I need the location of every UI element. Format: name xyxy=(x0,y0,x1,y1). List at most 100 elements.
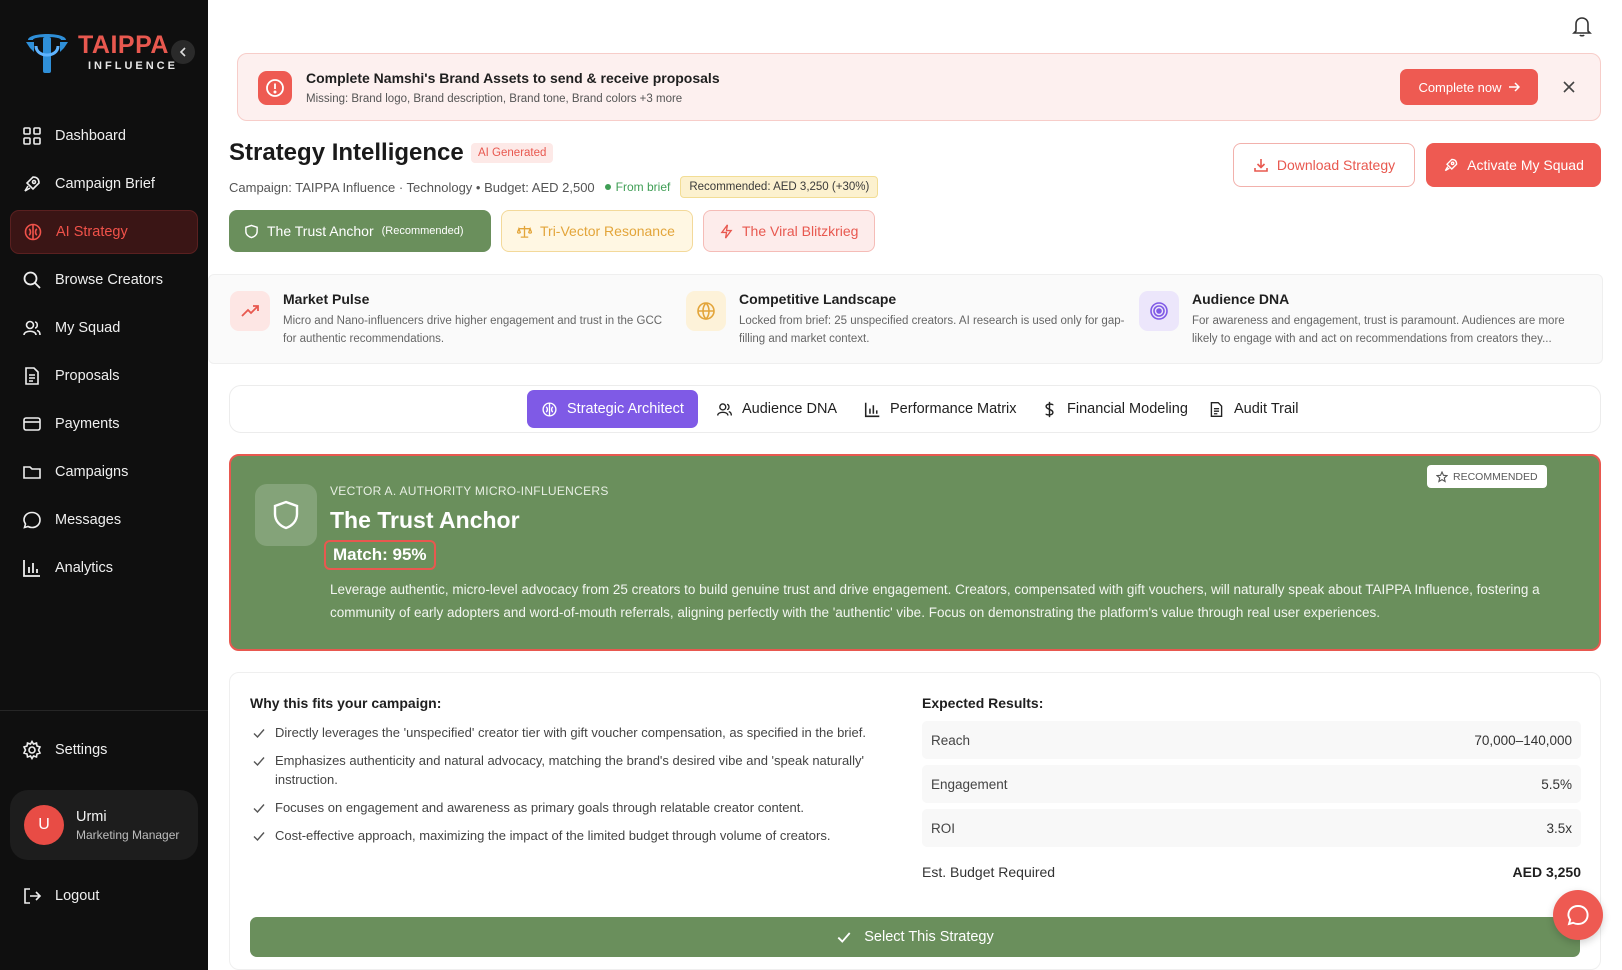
sidebar-item-my-squad[interactable]: My Squad xyxy=(10,306,198,350)
users-icon xyxy=(23,320,41,336)
logout-button[interactable]: Logout xyxy=(10,874,198,918)
from-brief-label: From brief xyxy=(615,180,671,194)
gear-icon xyxy=(22,740,42,760)
sidebar-item-settings[interactable]: Settings xyxy=(10,728,198,772)
why-title: Why this fits your campaign: xyxy=(250,695,442,711)
sidebar-item-analytics[interactable]: Analytics xyxy=(10,546,198,590)
recommended-badge-label: RECOMMENDED xyxy=(1453,470,1538,483)
tab-viral-blitzkrieg[interactable]: The Viral Blitzkrieg xyxy=(703,210,875,252)
target-icon xyxy=(1139,291,1179,331)
users-icon xyxy=(717,402,732,416)
sidebar-item-dashboard[interactable]: Dashboard xyxy=(10,114,198,158)
sidebar-item-campaign-brief[interactable]: Campaign Brief xyxy=(10,162,198,206)
tab-label: The Viral Blitzkrieg xyxy=(742,223,859,239)
tab-label: Audience DNA xyxy=(742,401,838,417)
notification-bell-icon[interactable] xyxy=(1570,14,1594,38)
recommended-budget-badge: Recommended: AED 3,250 (+30%) xyxy=(680,176,879,198)
complete-now-button[interactable]: Complete now xyxy=(1400,69,1538,105)
tab-audit-trail[interactable]: Audit Trail xyxy=(1194,390,1312,428)
sidebar-item-label: Logout xyxy=(55,888,100,904)
bar-chart-icon xyxy=(864,402,880,417)
folder-icon xyxy=(23,466,41,479)
alert-subtitle: Missing: Brand logo, Brand description, … xyxy=(306,93,683,105)
select-strategy-button[interactable]: Select This Strategy xyxy=(250,917,1580,957)
sidebar-item-campaigns[interactable]: Campaigns xyxy=(10,450,198,494)
activate-squad-button[interactable]: Activate My Squad xyxy=(1426,143,1601,187)
why-item-text: Directly leverages the 'unspecified' cre… xyxy=(275,725,866,740)
search-icon xyxy=(23,271,41,289)
collapse-sidebar-button[interactable] xyxy=(171,40,195,64)
check-icon xyxy=(253,804,265,814)
sidebar-item-label: Dashboard xyxy=(55,128,126,144)
insight-title: Competitive Landscape xyxy=(739,291,897,307)
list-item: Focuses on engagement and awareness as p… xyxy=(250,798,890,817)
bar-chart-icon xyxy=(23,560,40,577)
sidebar-item-ai-strategy[interactable]: AI Strategy xyxy=(10,210,198,254)
chat-icon xyxy=(23,511,41,529)
user-profile-card[interactable]: U Urmi Marketing Manager xyxy=(10,790,198,860)
tab-performance-matrix[interactable]: Performance Matrix xyxy=(850,390,1031,428)
shield-icon xyxy=(245,224,258,238)
expected-results-title: Expected Results: xyxy=(922,695,1044,711)
sidebar-item-payments[interactable]: Payments xyxy=(10,402,198,446)
campaign-meta: Campaign: TAIPPA Influence · Technology … xyxy=(229,176,879,198)
avatar: U xyxy=(24,805,64,845)
status-dot xyxy=(604,184,611,190)
check-icon xyxy=(253,729,265,739)
user-name: Urmi xyxy=(76,808,107,825)
sidebar-settings: Settings xyxy=(10,728,198,776)
brand-logo[interactable]: TAIPPA INFLUENCE xyxy=(22,28,178,76)
shield-icon xyxy=(255,484,317,546)
arrow-right-icon xyxy=(1508,82,1520,92)
document-icon xyxy=(25,367,39,385)
sidebar-item-browse-creators[interactable]: Browse Creators xyxy=(10,258,198,302)
sidebar-item-label: Campaign Brief xyxy=(55,176,155,192)
tab-label: Financial Modeling xyxy=(1067,401,1188,417)
download-icon xyxy=(1254,159,1268,172)
budget-value: AED 3,250 xyxy=(1512,864,1581,880)
sidebar-item-proposals[interactable]: Proposals xyxy=(10,354,198,398)
result-row-reach: Reach 70,000–140,000 xyxy=(922,721,1581,759)
tab-tri-vector-resonance[interactable]: Tri-Vector Resonance xyxy=(501,210,693,252)
why-list: Directly leverages the 'unspecified' cre… xyxy=(250,723,890,854)
sidebar-item-label: My Squad xyxy=(55,320,121,336)
lightning-icon xyxy=(720,224,733,238)
recommended-badge: RECOMMENDED xyxy=(1427,465,1547,488)
alert-title: Complete Namshi's Brand Assets to send &… xyxy=(306,70,720,86)
match-score: Match: 95% xyxy=(324,540,436,570)
list-item: Cost-effective approach, maximizing the … xyxy=(250,826,890,845)
chat-support-button[interactable] xyxy=(1553,890,1603,940)
alert-icon xyxy=(258,71,292,105)
download-strategy-button[interactable]: Download Strategy xyxy=(1233,143,1415,187)
sidebar-item-label: Browse Creators xyxy=(55,272,163,288)
sidebar-item-messages[interactable]: Messages xyxy=(10,498,198,542)
main-content: Complete Namshi's Brand Assets to send &… xyxy=(208,0,1622,970)
chevron-left-icon xyxy=(179,47,186,57)
list-item: Emphasizes authenticity and natural advo… xyxy=(250,751,890,789)
scale-icon xyxy=(517,225,532,238)
tab-label: Performance Matrix xyxy=(890,401,1017,417)
sidebar-item-label: AI Strategy xyxy=(56,224,128,240)
tab-trust-anchor[interactable]: The Trust Anchor (Recommended) xyxy=(229,210,491,252)
tab-label: Strategic Architect xyxy=(567,401,684,417)
grid-icon xyxy=(23,127,41,145)
campaign-meta-text: Campaign: TAIPPA Influence · Technology … xyxy=(229,179,595,195)
tab-financial-modeling[interactable]: Financial Modeling xyxy=(1027,390,1202,428)
brand-sub: INFLUENCE xyxy=(88,59,178,72)
close-icon[interactable] xyxy=(1560,78,1578,96)
insight-text: Locked from brief: 25 unspecified creato… xyxy=(739,315,1125,345)
sidebar-item-label: Messages xyxy=(55,512,122,528)
result-value: 70,000–140,000 xyxy=(1474,732,1572,748)
result-label: Reach xyxy=(931,732,971,748)
tab-strategic-architect[interactable]: Strategic Architect xyxy=(527,390,698,428)
check-icon xyxy=(253,832,265,842)
insight-title: Audience DNA xyxy=(1192,291,1290,307)
tab-audience-dna[interactable]: Audience DNA xyxy=(702,390,851,428)
result-label: ROI xyxy=(931,820,956,836)
sidebar-item-label: Payments xyxy=(55,416,120,432)
why-item-text: Cost-effective approach, maximizing the … xyxy=(275,828,831,843)
strategy-hero-card: VECTOR A. AUTHORITY MICRO-INFLUENCERS Th… xyxy=(229,454,1601,651)
hero-vector-label: VECTOR A. AUTHORITY MICRO-INFLUENCERS xyxy=(330,484,609,498)
from-brief-indicator: From brief xyxy=(604,180,671,194)
sidebar-divider xyxy=(0,710,208,711)
